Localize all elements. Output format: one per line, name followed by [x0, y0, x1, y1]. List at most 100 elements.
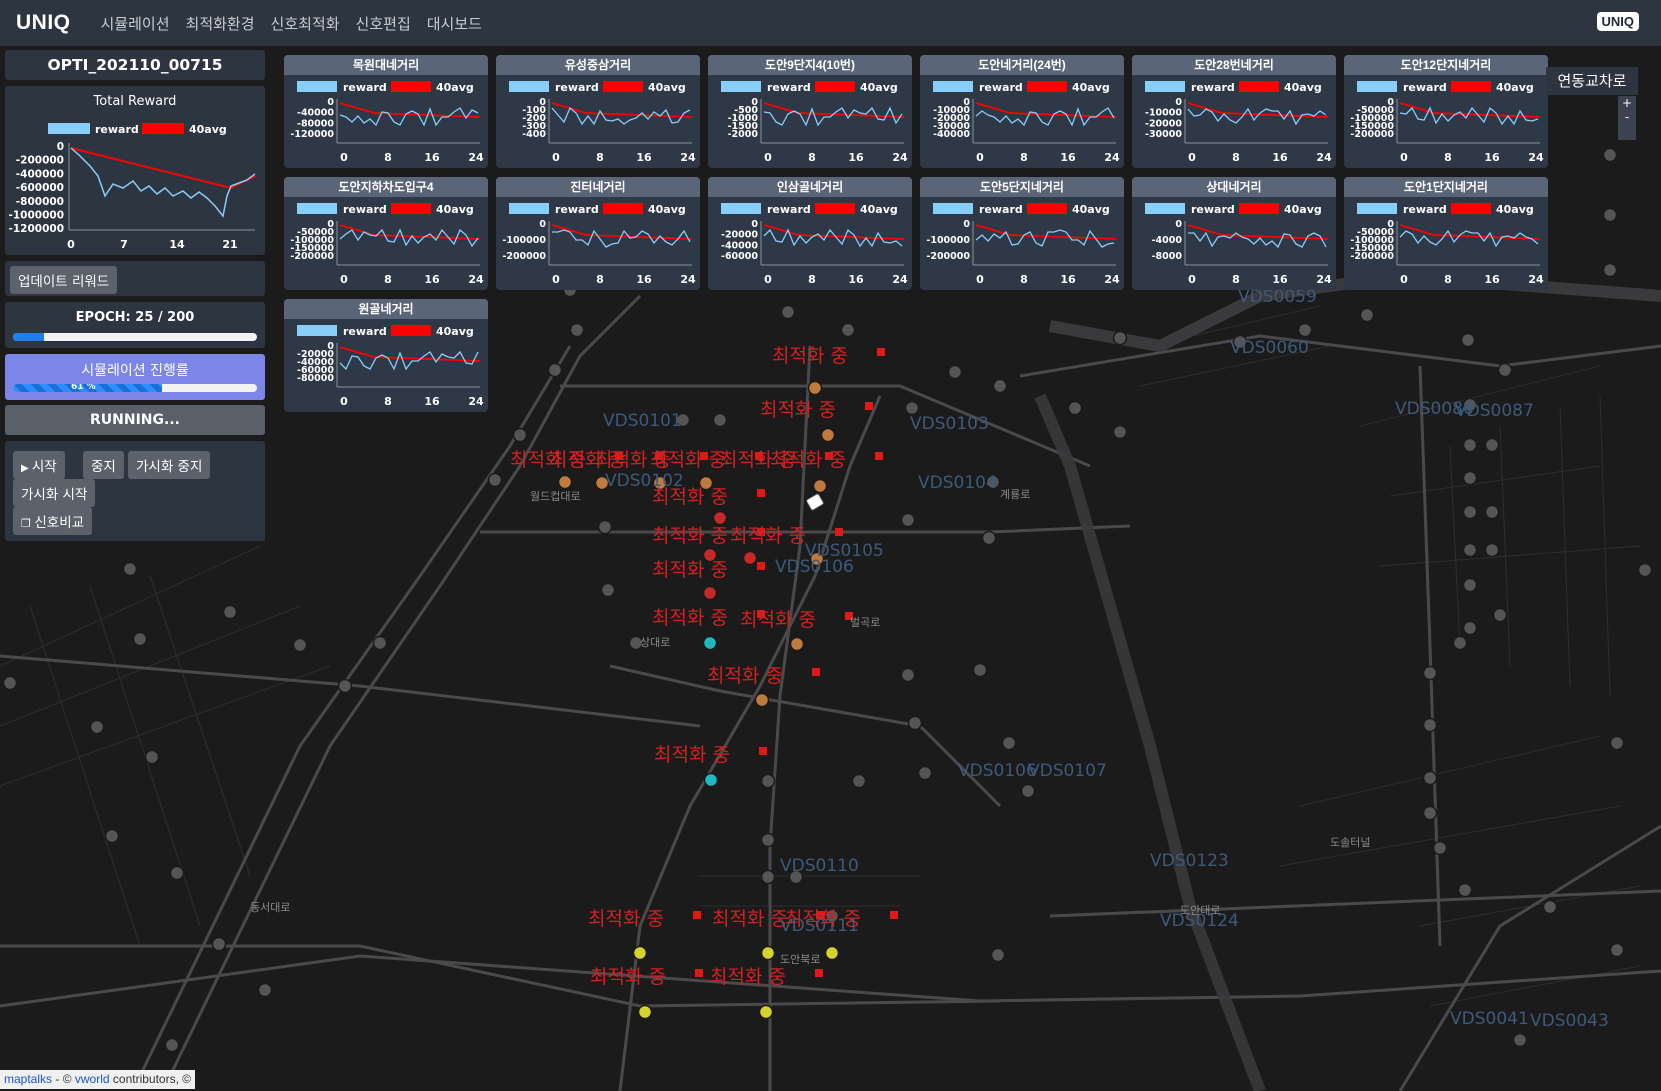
- intersection-node[interactable]: [760, 945, 776, 961]
- intersection-node[interactable]: [758, 1004, 774, 1020]
- intersection-node[interactable]: [104, 828, 120, 844]
- intersection-node[interactable]: [1112, 424, 1128, 440]
- intersection-node[interactable]: [372, 635, 388, 651]
- intersection-node[interactable]: [211, 936, 227, 952]
- intersection-node[interactable]: [990, 947, 1006, 963]
- intersection-node[interactable]: [547, 362, 563, 378]
- intersection-node[interactable]: [1457, 882, 1473, 898]
- nav-signal-edit[interactable]: 신호편집: [356, 13, 411, 34]
- vworld-link[interactable]: vworld: [75, 1072, 110, 1086]
- zoom-in-button[interactable]: +: [1618, 96, 1636, 110]
- intersection-node[interactable]: [1637, 562, 1653, 578]
- intersection-node[interactable]: [222, 604, 238, 620]
- linked-intersection-tag[interactable]: 연동교차로: [1546, 67, 1638, 95]
- intersection-node[interactable]: [1432, 840, 1448, 856]
- intersection-node[interactable]: [89, 719, 105, 735]
- intersection-node[interactable]: [1359, 307, 1375, 323]
- intersection-node[interactable]: [789, 636, 805, 652]
- intersection-node[interactable]: [164, 1037, 180, 1053]
- intersection-node[interactable]: [1422, 770, 1438, 786]
- intersection-node[interactable]: [169, 865, 185, 881]
- intersection-node[interactable]: [1492, 607, 1508, 623]
- update-reward-button[interactable]: 업데이트 리워드: [10, 266, 118, 294]
- intersection-node[interactable]: [1422, 717, 1438, 733]
- intersection-node[interactable]: [1452, 635, 1468, 651]
- intersection-node[interactable]: [1602, 147, 1618, 163]
- intersection-node[interactable]: [820, 427, 836, 443]
- intersection-node[interactable]: [1460, 332, 1476, 348]
- intersection-node[interactable]: [812, 478, 828, 494]
- intersection-node[interactable]: [742, 550, 758, 566]
- intersection-node[interactable]: [1462, 620, 1478, 636]
- intersection-node[interactable]: [1020, 783, 1036, 799]
- intersection-node[interactable]: [1484, 437, 1500, 453]
- intersection-node[interactable]: [122, 561, 138, 577]
- intersection-node[interactable]: [703, 772, 719, 788]
- intersection-node[interactable]: [904, 400, 920, 416]
- intersection-node[interactable]: [1462, 437, 1478, 453]
- zoom-out-button[interactable]: -: [1618, 110, 1636, 124]
- intersection-node[interactable]: [972, 662, 988, 678]
- intersection-node[interactable]: [1512, 1032, 1528, 1048]
- intersection-node[interactable]: [907, 715, 923, 731]
- intersection-node[interactable]: [597, 519, 613, 535]
- nav-simulation[interactable]: 시뮬레이션: [101, 13, 170, 34]
- intersection-node[interactable]: [512, 427, 528, 443]
- intersection-node[interactable]: [557, 474, 573, 490]
- intersection-node[interactable]: [1602, 262, 1618, 278]
- stop-button[interactable]: 중지: [83, 451, 124, 479]
- intersection-node[interactable]: [947, 364, 963, 380]
- intersection-node[interactable]: [292, 637, 308, 653]
- intersection-node[interactable]: [840, 322, 856, 338]
- intersection-node[interactable]: [1609, 735, 1625, 751]
- intersection-node[interactable]: [992, 378, 1008, 394]
- intersection-node[interactable]: [1067, 400, 1083, 416]
- intersection-node[interactable]: [1542, 899, 1558, 915]
- intersection-node[interactable]: [780, 304, 796, 320]
- user-badge[interactable]: UNIQ: [1596, 12, 1639, 31]
- intersection-node[interactable]: [760, 832, 776, 848]
- signal-compare-button[interactable]: ❐ 신호비교: [13, 507, 93, 535]
- vis-start-button[interactable]: 가시화 시작: [13, 479, 96, 507]
- intersection-node[interactable]: [712, 510, 728, 526]
- vis-stop-button[interactable]: 가시화 중지: [128, 451, 211, 479]
- nav-optimization-env[interactable]: 최적화환경: [186, 13, 255, 34]
- intersection-node[interactable]: [807, 380, 823, 396]
- intersection-node[interactable]: [569, 322, 585, 338]
- intersection-node[interactable]: [1297, 322, 1313, 338]
- intersection-node[interactable]: [1462, 470, 1478, 486]
- intersection-node[interactable]: [487, 472, 503, 488]
- intersection-node[interactable]: [1462, 577, 1478, 593]
- nav-signal-optimization[interactable]: 신호최적화: [271, 13, 340, 34]
- intersection-node[interactable]: [637, 1004, 653, 1020]
- intersection-node[interactable]: [1484, 504, 1500, 520]
- intersection-node[interactable]: [900, 667, 916, 683]
- intersection-node[interactable]: [824, 945, 840, 961]
- maptalks-link[interactable]: maptalks: [4, 1072, 52, 1086]
- intersection-node[interactable]: [257, 982, 273, 998]
- intersection-node[interactable]: [900, 512, 916, 528]
- intersection-node[interactable]: [851, 773, 867, 789]
- intersection-node[interactable]: [712, 412, 728, 428]
- nav-dashboard[interactable]: 대시보드: [427, 13, 482, 34]
- intersection-node[interactable]: [600, 582, 616, 598]
- intersection-node[interactable]: [981, 530, 997, 546]
- intersection-node[interactable]: [2, 675, 18, 691]
- intersection-node[interactable]: [1422, 665, 1438, 681]
- intersection-node[interactable]: [1112, 330, 1128, 346]
- intersection-node[interactable]: [1001, 735, 1017, 751]
- intersection-node[interactable]: [760, 869, 776, 885]
- intersection-node[interactable]: [702, 585, 718, 601]
- intersection-node[interactable]: [1422, 805, 1438, 821]
- intersection-node[interactable]: [1609, 942, 1625, 958]
- intersection-node[interactable]: [337, 678, 353, 694]
- intersection-node[interactable]: [132, 631, 148, 647]
- intersection-node[interactable]: [760, 773, 776, 789]
- intersection-node[interactable]: [1462, 542, 1478, 558]
- intersection-node[interactable]: [754, 692, 770, 708]
- intersection-node[interactable]: [917, 765, 933, 781]
- intersection-node[interactable]: [702, 635, 718, 651]
- intersection-node[interactable]: [144, 749, 160, 765]
- intersection-node[interactable]: [1602, 207, 1618, 223]
- intersection-node[interactable]: [632, 945, 648, 961]
